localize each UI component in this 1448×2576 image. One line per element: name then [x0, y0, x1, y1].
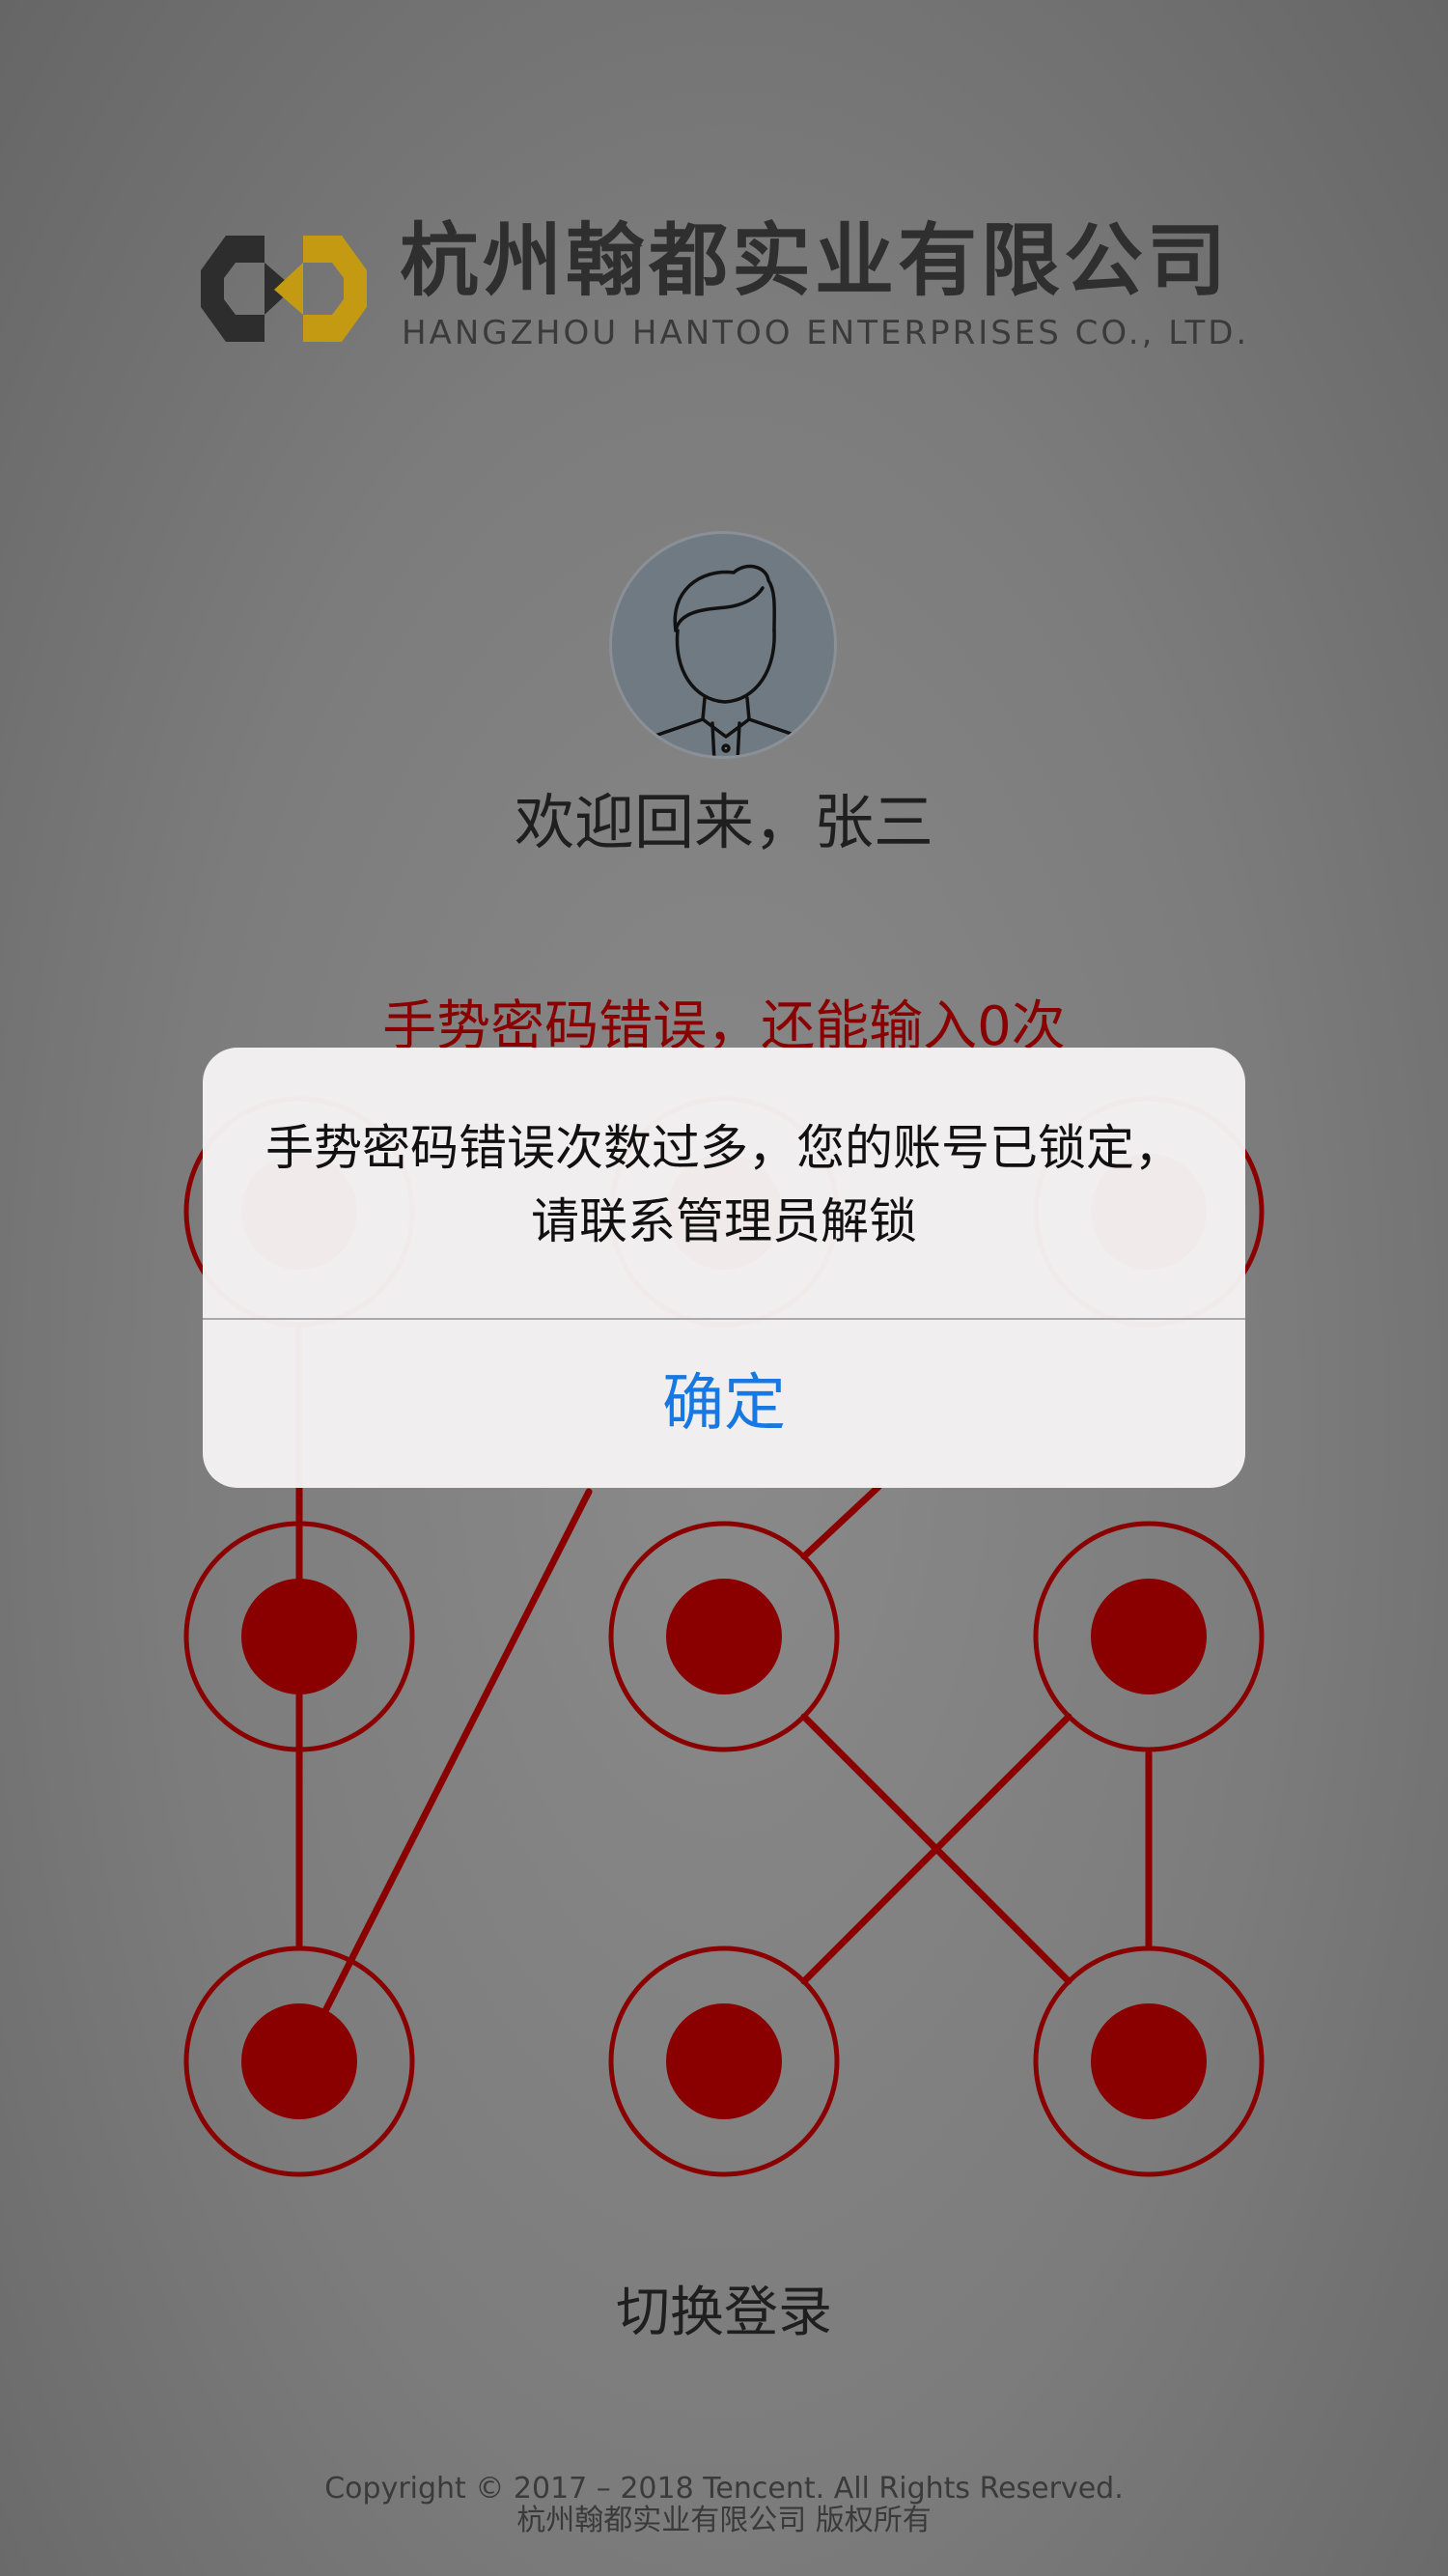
gesture-dot-core	[241, 2003, 357, 2119]
switch-login-button[interactable]: 切换登录	[0, 2269, 1448, 2347]
gesture-dot-core	[1091, 1579, 1207, 1694]
gesture-dot-core	[241, 1579, 357, 1694]
alert-message: 手势密码错误次数过多，您的账号已锁定，请联系管理员解锁	[265, 1120, 1183, 1249]
gesture-dot-5[interactable]	[608, 1521, 840, 1752]
gesture-line	[800, 1483, 882, 1560]
gesture-dot-7[interactable]	[183, 1946, 415, 2177]
footer-copyright: Copyright © 2017 – 2018 Tencent. All Rig…	[324, 2472, 1124, 2506]
gesture-dot-8[interactable]	[608, 1946, 840, 2177]
alert-dialog: 手势密码错误次数过多，您的账号已锁定，请联系管理员解锁 确定	[203, 1048, 1245, 1488]
gesture-dot-core	[666, 2003, 782, 2119]
gesture-dot-6[interactable]	[1033, 1521, 1265, 1752]
gesture-dot-9[interactable]	[1033, 1946, 1265, 2177]
login-screen: 杭州翰都实业有限公司 HANGZHOU HANTOO ENTERPRISES C…	[0, 0, 1448, 2576]
footer-rights: 杭州翰都实业有限公司 版权所有	[516, 2504, 932, 2537]
alert-confirm-button[interactable]: 确定	[203, 1320, 1245, 1488]
gesture-dot-core	[1091, 2003, 1207, 2119]
gesture-line	[295, 1488, 593, 2066]
gesture-dot-core	[666, 1579, 782, 1694]
